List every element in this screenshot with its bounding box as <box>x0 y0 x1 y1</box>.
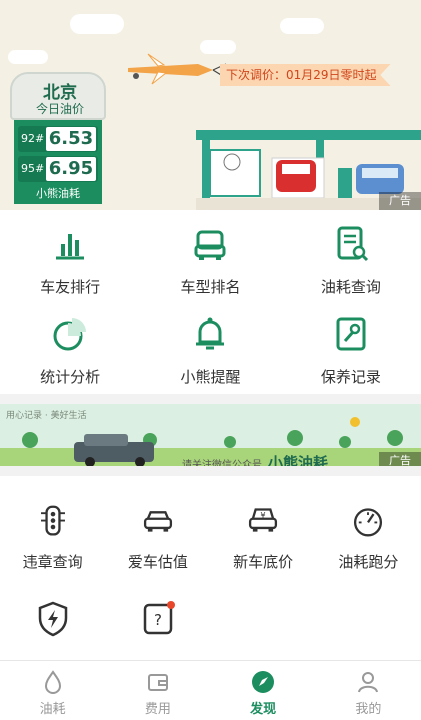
shield-bolt-icon <box>38 601 67 637</box>
feature-label: 小熊提醒 <box>180 368 241 386</box>
today-price-label: 今日油价 <box>35 102 84 116</box>
person-icon <box>358 672 379 693</box>
feature-car-model-ranking[interactable]: 车型排名 <box>140 212 280 302</box>
feature-label: 车型排名 <box>180 278 241 296</box>
app-page: 下次调价：01月29日零时起 北京 今日油价 92# 6.53 95# 6.95… <box>0 0 421 720</box>
wallet-icon <box>147 674 168 691</box>
feature-label: 新车底价 <box>233 553 294 571</box>
feature-label: 车友排行 <box>40 278 101 296</box>
help-badge-icon: ? <box>143 601 175 635</box>
feature-car-valuation[interactable]: 爱车估值 <box>105 476 210 572</box>
feature-label: 爱车估值 <box>127 553 188 571</box>
traffic-light-icon <box>40 505 65 536</box>
bottom-navigation: 油耗 费用 发现 我的 <box>0 660 421 720</box>
nav-profile[interactable]: 我的 <box>316 661 421 720</box>
airplane-illustration <box>128 53 227 85</box>
drop-icon <box>44 670 61 694</box>
price-board: 北京 今日油价 92# 6.53 95# 6.95 小熊油耗 <box>10 72 106 204</box>
feature-grid-primary: 车友排行 车型排名 油耗查询 统计分析 小熊提醒 保养记录 <box>0 212 421 392</box>
price-row-95: 95# 6.95 <box>18 156 98 182</box>
oil-price-banner[interactable]: 下次调价：01月29日零时起 北京 今日油价 92# 6.53 95# 6.95… <box>0 0 421 210</box>
feature-label: 违章查询 <box>22 553 83 571</box>
feature-bear-reminder[interactable]: 小熊提醒 <box>140 302 280 392</box>
feature-fuel-score[interactable]: 油耗跑分 <box>316 476 421 572</box>
speedometer-icon <box>354 508 383 537</box>
nav-discover[interactable]: 发现 <box>211 661 316 720</box>
wrench-icon <box>336 317 366 351</box>
feature-label: 油耗跑分 <box>338 553 399 571</box>
nav-label: 费用 <box>144 702 171 717</box>
feature-label: 统计分析 <box>40 368 101 386</box>
feature-violation-query[interactable]: 违章查询 <box>0 476 105 572</box>
grade-label: 95# <box>21 162 45 175</box>
bell-icon <box>196 317 225 350</box>
next-adjust-notice: 下次调价：01月29日零时起 <box>220 64 391 86</box>
price-row-92: 92# 6.53 <box>18 126 98 152</box>
bar-chart-icon <box>56 234 85 260</box>
pie-chart-icon <box>53 318 87 351</box>
banner-brand: 小熊油耗 <box>268 454 329 466</box>
nav-expense[interactable]: 费用 <box>105 661 210 720</box>
feature-statistics[interactable]: 统计分析 <box>0 302 140 392</box>
price-value: 6.53 <box>46 127 96 151</box>
nav-label: 发现 <box>250 702 277 717</box>
feature-fuel-query[interactable]: 油耗查询 <box>281 212 421 302</box>
ad-tag: 广告 <box>379 452 421 466</box>
section-divider <box>0 394 421 404</box>
cloud-decoration <box>280 18 324 34</box>
nav-fuel[interactable]: 油耗 <box>0 661 105 720</box>
document-search-icon <box>337 226 368 262</box>
ad-tag: 广告 <box>379 192 421 210</box>
brand-label: 小熊油耗 <box>36 187 80 200</box>
banner-text: 请关注微信公众号 <box>182 460 262 466</box>
grade-label: 92# <box>21 132 45 145</box>
svg-text:?: ? <box>154 611 162 629</box>
compass-icon <box>252 671 275 693</box>
cloud-decoration <box>8 50 48 64</box>
feature-car-friend-ranking[interactable]: 车友排行 <box>0 212 140 302</box>
nav-label: 油耗 <box>39 702 66 717</box>
feature-grid-secondary: 违章查询 爱车估值 ¥ 新车底价 油耗跑分 ? <box>0 476 421 668</box>
feature-help[interactable]: ? <box>105 572 210 668</box>
section-divider <box>0 466 421 476</box>
feature-label: 保养记录 <box>320 368 381 386</box>
wechat-ad-banner[interactable]: 用心记录 · 美好生活 请关注微信公众号 小熊油耗 广告 <box>0 404 421 466</box>
car-icon <box>143 511 172 532</box>
cloud-decoration <box>70 14 124 34</box>
price-value: 6.95 <box>46 157 96 181</box>
svg-text:¥: ¥ <box>260 510 265 520</box>
feature-shield[interactable] <box>0 572 105 668</box>
feature-new-car-price[interactable]: ¥ 新车底价 <box>211 476 316 572</box>
car-price-icon: ¥ <box>249 508 278 532</box>
nav-label: 我的 <box>355 702 382 717</box>
feature-label: 油耗查询 <box>320 278 381 296</box>
feature-maintenance-record[interactable]: 保养记录 <box>281 302 421 392</box>
car-front-icon <box>194 230 226 260</box>
